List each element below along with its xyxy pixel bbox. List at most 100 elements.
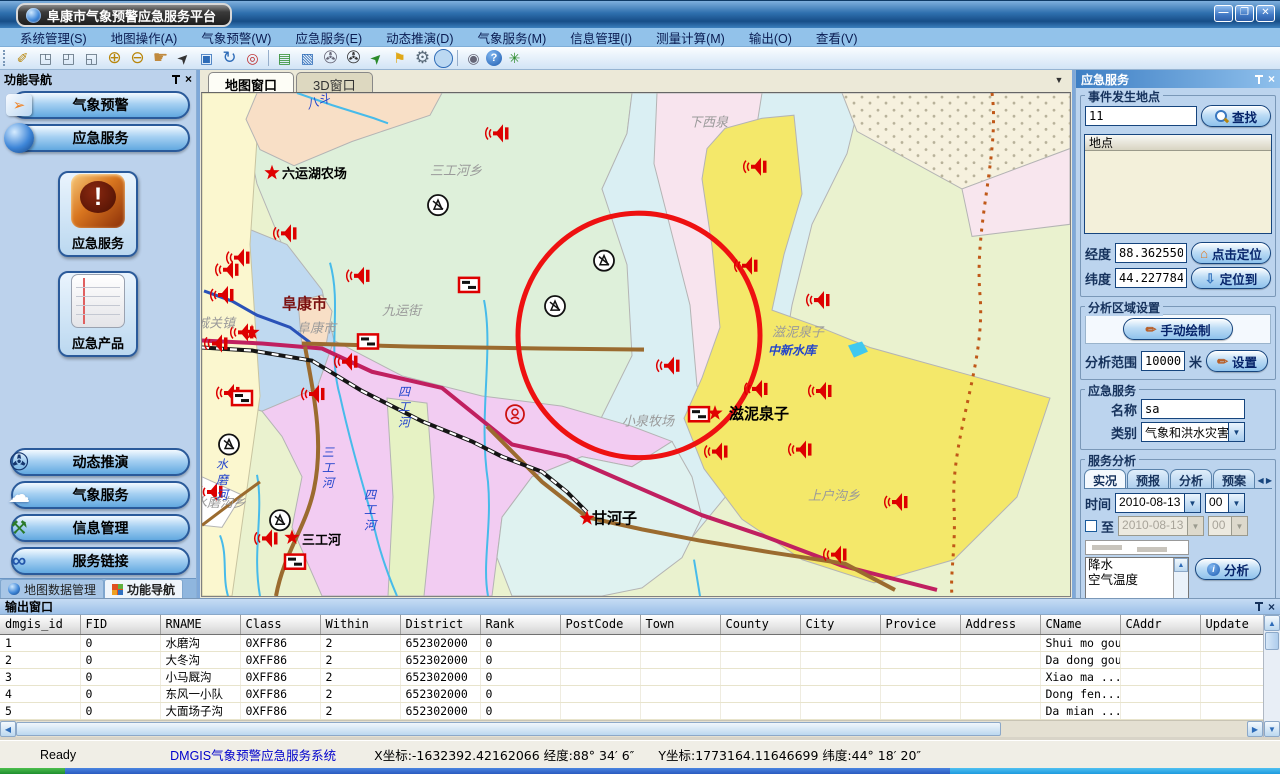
eye-icon[interactable]: ◉ [463, 49, 484, 68]
toolbar-grip[interactable] [3, 50, 8, 66]
analysis-tab[interactable]: 实况 [1084, 469, 1126, 488]
menu-item-9[interactable]: 查看(V) [804, 28, 870, 47]
column-header[interactable]: Class [240, 615, 320, 634]
circleA-marker[interactable] [545, 296, 565, 316]
analyze-button[interactable]: i 分析 [1195, 558, 1261, 580]
click-locate-button[interactable]: ⌂ 点击定位 [1191, 242, 1271, 264]
location-search-input[interactable] [1085, 106, 1197, 126]
nav-button[interactable]: 动态推演 [11, 448, 190, 476]
scroll-right-icon[interactable]: ▶ [1247, 721, 1263, 737]
tab-scroll-arrows[interactable]: ◀ ▶ [1257, 476, 1272, 488]
scroll-left-icon[interactable]: ◀ [0, 721, 16, 737]
set-range-button[interactable]: ✏ 设置 [1206, 350, 1268, 372]
scroll-up-icon[interactable]: ▲ [1174, 558, 1188, 572]
list-item[interactable]: 降水 [1086, 558, 1173, 573]
print-setup-icon[interactable]: ✇ [343, 49, 364, 68]
map-canvas[interactable]: 六运湖农场三工河乡下西泉九运街阜康市阜康市城关镇滋泥泉子中新水库滋泥泉子小泉牧场… [201, 92, 1071, 597]
column-header[interactable]: District [400, 615, 480, 634]
sign-marker[interactable] [358, 334, 378, 348]
scroll-down-icon[interactable]: ▼ [1264, 721, 1280, 737]
horizontal-scrollbar[interactable]: ◀ ▶ [0, 720, 1263, 737]
zoom-out-icon[interactable]: ⊖ [127, 49, 148, 68]
table-row[interactable]: 20大冬沟0XFF8626523020000Da dong gou [0, 651, 1263, 668]
nav-button[interactable]: 气象服务 [11, 481, 190, 509]
column-header[interactable]: RNAME [160, 615, 240, 634]
measure-icon[interactable]: ✐ [12, 49, 33, 68]
circleA-marker[interactable] [219, 434, 239, 454]
identify-icon[interactable]: ➤ [362, 44, 390, 72]
sign-marker[interactable] [232, 391, 252, 405]
chevron-down-icon[interactable]: ▼ [1228, 423, 1244, 441]
element-listbox[interactable]: 降水空气温度 ▲ ▼ [1085, 557, 1189, 598]
close-button[interactable]: ✕ [1256, 5, 1275, 22]
list-scrollbar[interactable]: ▲ ▼ [1173, 558, 1188, 598]
chevron-down-icon[interactable]: ▼ [1184, 494, 1200, 512]
globe-icon[interactable] [435, 50, 452, 67]
menu-item-2[interactable]: 气象预警(W) [189, 28, 283, 47]
element-combobox[interactable] [1085, 540, 1189, 555]
pin-icon[interactable] [1254, 602, 1263, 611]
date-combobox[interactable]: 2010-08-13 ▼ [1115, 493, 1201, 513]
menu-item-1[interactable]: 地图操作(A) [99, 28, 190, 47]
menu-item-4[interactable]: 动态推演(D) [374, 28, 465, 47]
settings-gear-icon[interactable]: ⚙ [412, 49, 433, 68]
hour-combobox[interactable]: 00 ▼ [1205, 493, 1245, 513]
scroll-thumb[interactable] [16, 722, 1001, 736]
close-icon[interactable]: × [1268, 602, 1275, 612]
locate-to-button[interactable]: ⇩ 定位到 [1191, 267, 1271, 289]
analysis-tab[interactable]: 预报 [1127, 469, 1169, 488]
column-header[interactable]: Provice [880, 615, 960, 634]
type-combobox[interactable]: 气象和洪水灾害 ▼ [1141, 422, 1245, 442]
select-poly-icon[interactable]: ◰ [58, 49, 79, 68]
chevron-down-icon[interactable]: ▼ [1228, 494, 1244, 512]
map-tab[interactable]: 地图窗口 [208, 72, 294, 92]
table-row[interactable]: 40东风一小队0XFF8626523020000Dong fen... [0, 685, 1263, 702]
menu-item-6[interactable]: 信息管理(I) [558, 28, 644, 47]
nav-button[interactable]: 应急服务 [11, 124, 190, 152]
column-header[interactable]: Town [640, 615, 720, 634]
scene-icon[interactable]: ✳ [504, 49, 525, 68]
select-free-icon[interactable]: ◱ [81, 49, 102, 68]
select-rect-icon[interactable]: ◳ [35, 49, 56, 68]
layers-icon[interactable]: ▤ [274, 49, 295, 68]
column-header[interactable]: FID [80, 615, 160, 634]
table-row[interactable]: 50大面场子沟0XFF8626523020000Da mian ... [0, 702, 1263, 719]
panel-tab[interactable]: 地图数据管理 [0, 579, 104, 598]
location-list[interactable]: 地点 [1084, 134, 1272, 234]
list-item[interactable]: 空气温度 [1086, 573, 1173, 588]
to-checkbox[interactable] [1085, 520, 1097, 532]
longitude-input[interactable] [1115, 243, 1187, 263]
scroll-thumb[interactable] [1265, 632, 1279, 650]
close-icon[interactable]: × [185, 74, 192, 84]
pin-icon[interactable] [171, 75, 180, 84]
full-extent-icon[interactable]: ▣ [196, 49, 217, 68]
pin-marker-icon[interactable]: ⚑ [389, 49, 410, 68]
location-list-body[interactable] [1085, 151, 1271, 233]
nav-button[interactable]: 服务链接 [11, 547, 190, 575]
menu-item-3[interactable]: 应急服务(E) [283, 28, 374, 47]
pointer-icon[interactable]: ➤ [169, 44, 197, 72]
column-header[interactable]: County [720, 615, 800, 634]
tool-button[interactable]: 应急服务 [58, 171, 138, 257]
column-header[interactable]: Within [320, 615, 400, 634]
range-input[interactable] [1141, 351, 1185, 371]
analysis-tab[interactable]: 预案 [1213, 469, 1255, 488]
refresh-icon[interactable]: ↻ [219, 49, 240, 68]
export-image-icon[interactable]: ▧ [297, 49, 318, 68]
column-header[interactable]: CName [1040, 615, 1120, 634]
analysis-tab[interactable]: 分析 [1170, 469, 1212, 488]
search-button[interactable]: 查找 [1201, 105, 1271, 127]
zoom-in-icon[interactable]: ⊕ [104, 49, 125, 68]
table-row[interactable]: 30小马厩沟0XFF8626523020000Xiao ma ... [0, 668, 1263, 685]
map-tab[interactable]: 3D窗口 [296, 72, 373, 92]
minimize-button[interactable]: — [1214, 5, 1233, 22]
column-header[interactable]: dmgis_id [0, 615, 80, 634]
close-icon[interactable]: × [1268, 74, 1275, 84]
menu-item-0[interactable]: 系统管理(S) [8, 28, 99, 47]
service-name-input[interactable] [1141, 399, 1245, 419]
sign-marker[interactable] [689, 407, 709, 421]
nav-button[interactable]: 信息管理 [11, 514, 190, 542]
circleA-marker[interactable] [270, 510, 290, 530]
table-row[interactable]: 10水磨沟0XFF8626523020000Shui mo gou [0, 634, 1263, 651]
vertical-scrollbar[interactable]: ▲ ▼ [1263, 615, 1280, 737]
